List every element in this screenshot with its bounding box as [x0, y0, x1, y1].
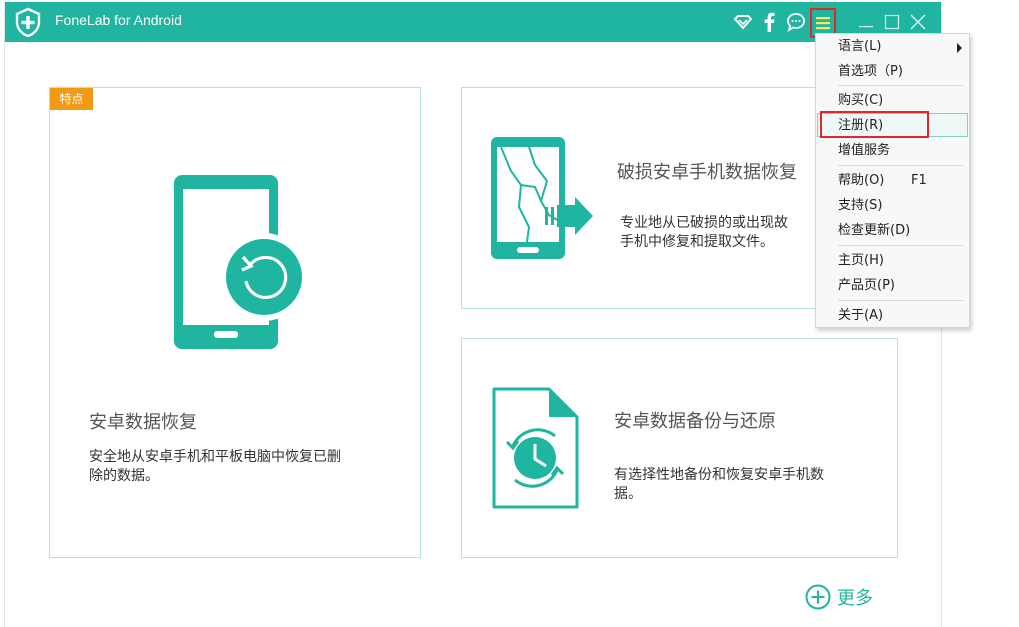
submenu-arrow-icon [957, 43, 962, 53]
close-icon[interactable] [907, 11, 929, 33]
more-button[interactable]: 更多 [805, 584, 873, 610]
maximize-icon[interactable] [881, 11, 903, 33]
phone-restore-icon [174, 175, 308, 349]
backup-restore-card[interactable]: 安卓数据备份与还原 有选择性地备份和恢复安卓手机数 据。 [461, 338, 898, 558]
chat-icon[interactable] [785, 11, 807, 33]
wifi-icon[interactable] [732, 11, 754, 33]
android-recovery-desc: 安全地从安卓手机和平板电脑中恢复已删 除的数据。 [89, 449, 341, 484]
menu-item-product-page[interactable]: 产品页(P) [816, 275, 969, 297]
broken-phone-icon [491, 137, 593, 259]
menu-item-homepage[interactable]: 主页(H) [816, 250, 969, 272]
menu-item-support[interactable]: 支持(S) [816, 195, 969, 217]
broken-recovery-title: 破损安卓手机数据恢复 [617, 162, 797, 183]
minimize-icon[interactable] [855, 11, 877, 33]
menu-item-buy[interactable]: 购买(C) [816, 90, 969, 112]
android-data-recovery-card[interactable]: 特点 安卓数据恢复 安全地从安卓手机和平板电脑中恢复已删 除的数据。 [49, 87, 421, 558]
menu-item-about[interactable]: 关于(A) [816, 305, 969, 327]
more-label: 更多 [837, 588, 873, 609]
menu-item-preferences[interactable]: 首选项（P) [816, 61, 969, 83]
menu-separator [838, 85, 963, 86]
menu-icon [816, 17, 830, 30]
register-highlight-box [820, 111, 929, 138]
menu-item-help[interactable]: 帮助(O) F1 [816, 170, 969, 192]
backup-restore-desc: 有选择性地备份和恢复安卓手机数 据。 [614, 467, 824, 502]
android-recovery-title: 安卓数据恢复 [89, 412, 197, 433]
menu-separator [838, 245, 963, 246]
help-shortcut: F1 [911, 173, 927, 188]
menu-separator [838, 300, 963, 301]
feature-tag: 特点 [50, 88, 93, 110]
backup-clock-icon [492, 387, 579, 509]
menu-separator [838, 165, 963, 166]
menu-item-language[interactable]: 语言(L) [816, 36, 969, 58]
main-menu-dropdown: 语言(L) 首选项（P) 购买(C) 注册(R) 增值服务 帮助(O) F1 支… [815, 33, 970, 328]
facebook-icon[interactable] [758, 11, 780, 33]
menu-item-value-added-services[interactable]: 增值服务 [816, 140, 969, 162]
app-logo-icon [15, 7, 41, 37]
app-title: FoneLab for Android [55, 12, 182, 28]
menu-item-check-update[interactable]: 检查更新(D) [816, 220, 969, 242]
app-window: FoneLab for Android 特点 安卓数据恢复 安全地从安卓手机和平… [4, 2, 942, 627]
plus-circle-icon [805, 584, 831, 610]
title-bar: FoneLab for Android [5, 2, 941, 42]
backup-restore-title: 安卓数据备份与还原 [614, 411, 776, 432]
